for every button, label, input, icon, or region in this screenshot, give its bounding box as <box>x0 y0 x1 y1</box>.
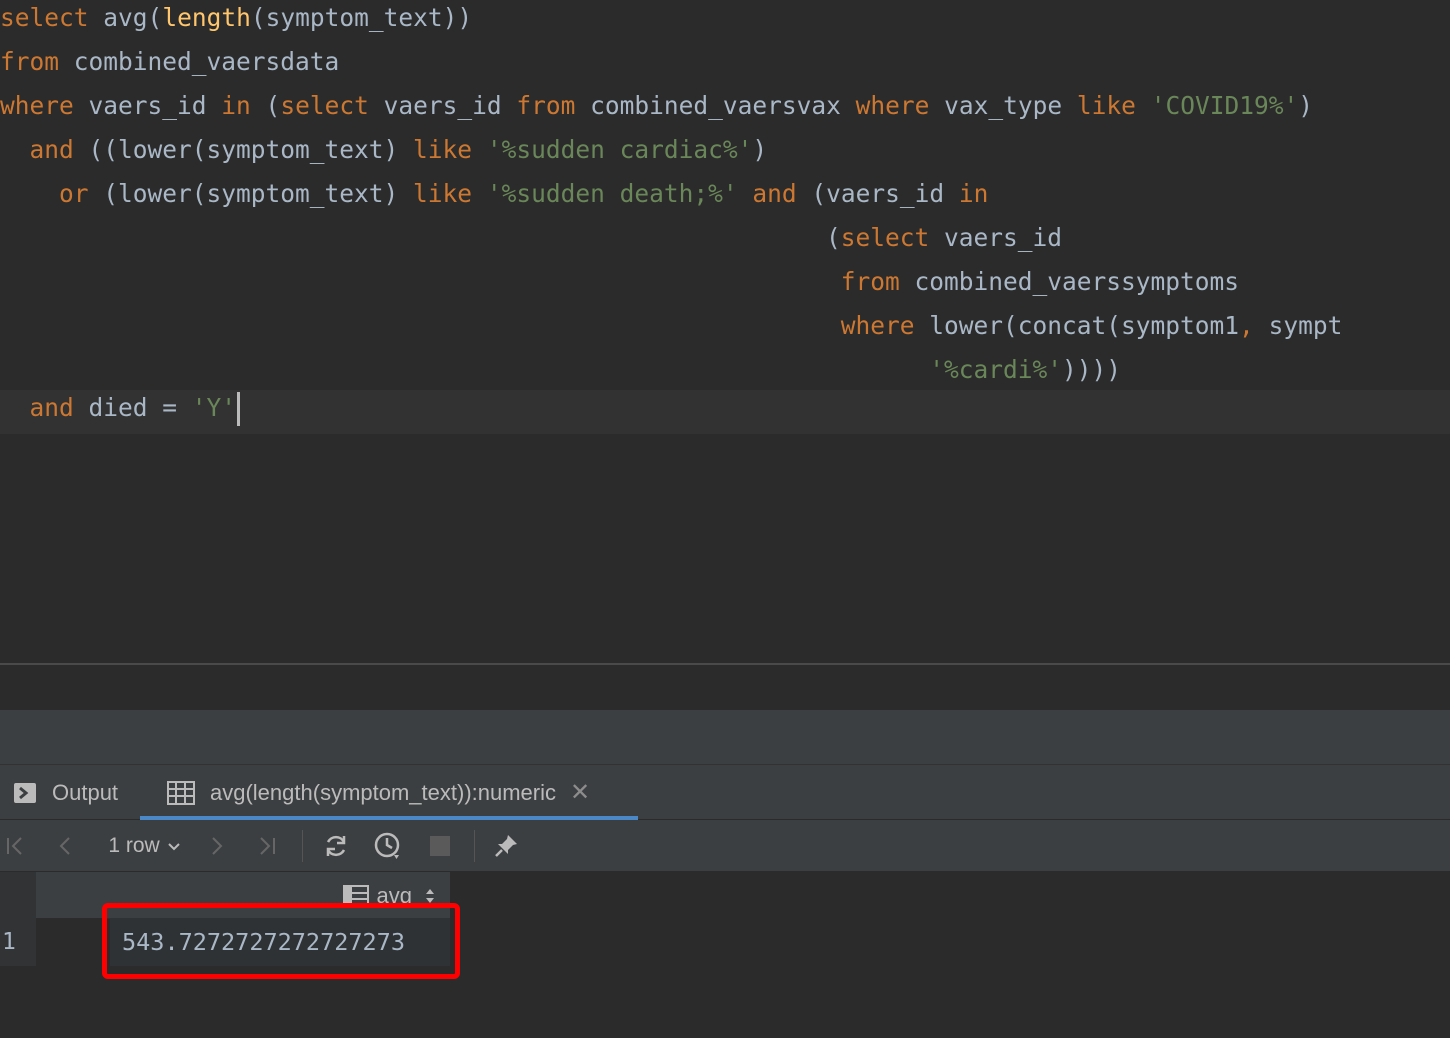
code-token: died = <box>73 393 192 422</box>
code-token: sympt <box>1253 311 1343 340</box>
code-token: (vaers_id <box>796 179 959 208</box>
code-token: , <box>1239 311 1254 340</box>
text-caret <box>237 392 241 426</box>
code-token: avg <box>103 3 148 32</box>
code-token: '%sudden death;%' <box>486 179 738 208</box>
code-token: 'Y' <box>191 393 237 422</box>
row-count-selector[interactable]: 1 row <box>100 820 190 872</box>
close-icon[interactable]: ✕ <box>570 778 590 807</box>
code-line[interactable]: and ((lower(symptom_text) like '%sudden … <box>0 132 1450 176</box>
code-line[interactable]: where vaers_id in (select vaers_id from … <box>0 88 1450 132</box>
code-line[interactable]: select avg(length(symptom_text)) <box>0 0 1450 44</box>
chevron-down-icon <box>166 838 182 854</box>
code-token: in <box>221 91 251 120</box>
code-token: in <box>958 179 989 208</box>
code-token: (symptom_text)) <box>250 3 473 32</box>
toolbar-separator <box>302 830 303 862</box>
code-token: from <box>840 267 900 296</box>
sql-editor[interactable]: select avg(length(symptom_text)) from com… <box>0 0 1450 664</box>
code-token: '%cardi%' <box>929 355 1063 384</box>
red-highlight-box <box>102 903 460 979</box>
code-token: like <box>1076 91 1136 120</box>
next-page-icon[interactable] <box>202 820 232 872</box>
code-token: like <box>413 135 473 164</box>
code-token: where <box>840 311 915 340</box>
result-tab-bar: Output avg(length(symptom_text)):numeric… <box>0 764 1450 820</box>
code-token: and <box>752 179 797 208</box>
code-token: from <box>516 91 576 120</box>
code-token: ( <box>147 3 163 32</box>
code-token: vaers_id <box>929 223 1063 252</box>
code-token: combined_vaerssymptoms <box>899 267 1240 296</box>
stop-icon[interactable] <box>424 820 456 872</box>
code-token: vaers_id <box>368 91 517 120</box>
cell-spacer <box>36 918 103 966</box>
code-token: length <box>162 3 251 32</box>
history-icon[interactable] <box>370 820 406 872</box>
code-token: or <box>59 179 89 208</box>
code-token: 'COVID19%' <box>1150 91 1299 120</box>
editor-bottom-gap <box>0 665 1450 710</box>
code-token: vaers_id <box>73 91 222 120</box>
last-page-icon[interactable] <box>252 820 282 872</box>
code-token: and <box>29 393 74 422</box>
code-token: select <box>0 3 89 32</box>
code-token: ) <box>1298 91 1313 120</box>
code-token: ) <box>752 135 768 164</box>
code-line[interactable]: (select vaers_id <box>0 220 1450 264</box>
tab-query-result[interactable]: avg(length(symptom_text)):numeric ✕ <box>140 765 638 820</box>
code-token: where <box>0 91 74 120</box>
code-token: vax_type <box>929 91 1077 120</box>
code-line[interactable]: from combined_vaersdata <box>0 44 1450 88</box>
code-line[interactable]: where lower(concat(symptom1, sympt <box>0 308 1450 352</box>
tab-query-result-label: avg(length(symptom_text)):numeric <box>210 779 557 805</box>
result-toolbar: 1 row <box>0 820 1450 872</box>
code-token: combined_vaersdata <box>59 47 340 76</box>
toolbar-separator <box>474 830 475 862</box>
code-token: select <box>280 91 369 120</box>
code-line[interactable]: and died = 'Y' <box>0 390 1450 434</box>
code-token: '%sudden cardiac%' <box>486 135 753 164</box>
code-token: ( <box>0 223 841 252</box>
result-grid: avg 1 543.7272727272727273 <box>0 872 1450 1038</box>
code-token: ((lower(symptom_text) <box>73 135 414 164</box>
console-icon <box>12 780 38 806</box>
tab-output-label: Output <box>52 779 119 805</box>
table-icon <box>166 780 196 806</box>
first-page-icon[interactable] <box>0 820 30 872</box>
code-token: (lower(symptom_text) <box>88 179 414 208</box>
code-token: select <box>840 223 930 252</box>
code-token: )))) <box>1062 355 1122 384</box>
code-token: lower(concat(symptom1 <box>914 311 1240 340</box>
refresh-icon[interactable] <box>318 820 354 872</box>
code-token: like <box>413 179 473 208</box>
code-token: combined_vaersvax <box>575 91 856 120</box>
code-line[interactable]: or (lower(symptom_text) like '%sudden de… <box>0 176 1450 220</box>
grid-corner <box>0 872 36 918</box>
row-count-label: 1 row <box>108 834 160 857</box>
pin-icon[interactable] <box>488 820 524 872</box>
previous-page-icon[interactable] <box>50 820 80 872</box>
row-number: 1 <box>2 929 16 955</box>
tab-output[interactable]: Output <box>12 765 118 820</box>
services-panel-header <box>0 710 1450 764</box>
code-token: where <box>855 91 930 120</box>
code-token: from <box>0 47 60 76</box>
code-line[interactable]: from combined_vaerssymptoms <box>0 264 1450 308</box>
code-token: and <box>29 135 74 164</box>
code-token: ( <box>250 91 281 120</box>
